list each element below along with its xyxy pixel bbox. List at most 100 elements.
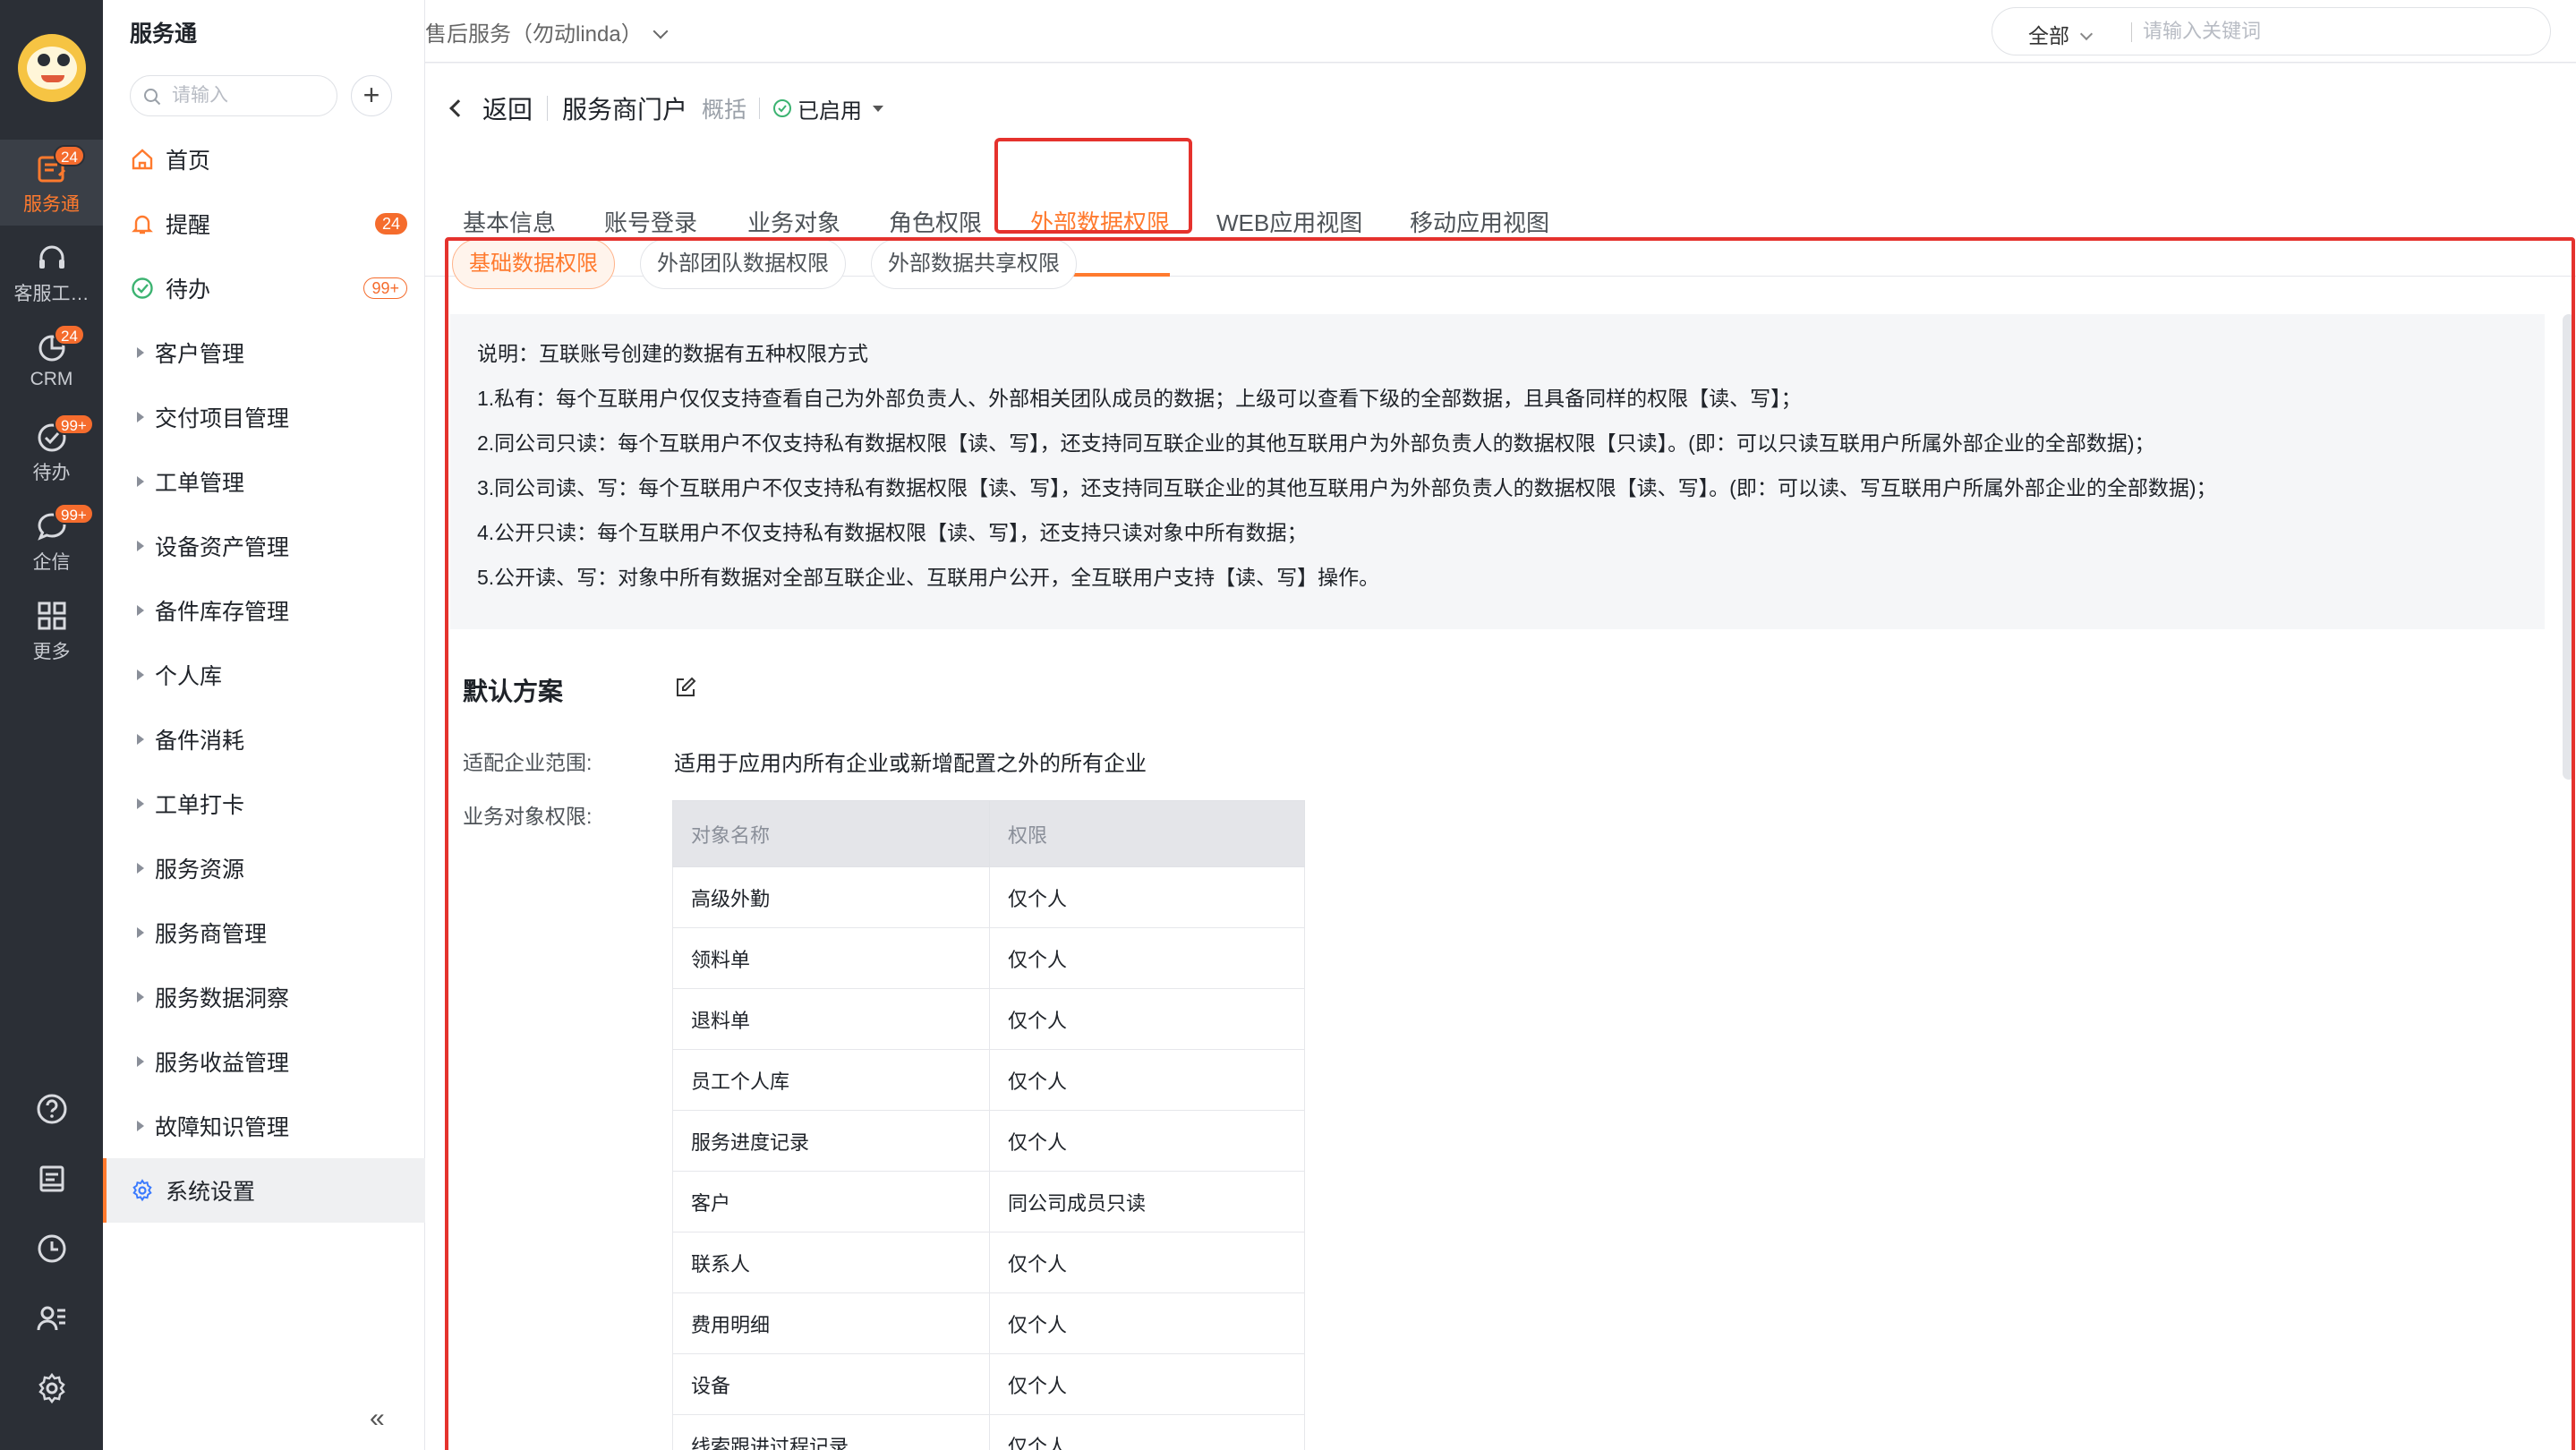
sidebar-item-label: 备件库存管理: [155, 600, 290, 625]
sidebar-item-revenue-mgmt[interactable]: 服务收益管理: [103, 1029, 425, 1094]
clock-icon: [38, 1234, 65, 1263]
sidebar-item-label: 个人库: [155, 664, 223, 689]
gear-icon: [128, 1176, 157, 1205]
divider: [2131, 22, 2132, 42]
expand-arrow-icon: [137, 347, 144, 358]
rail-item-customer-service[interactable]: 客服工…: [0, 229, 103, 315]
rail-label: 企信: [32, 552, 71, 573]
sidebar-item-customer-mgmt[interactable]: 客户管理: [103, 320, 425, 385]
sidebar-item-service-resource[interactable]: 服务资源: [103, 836, 425, 900]
rail-label: CRM: [30, 369, 73, 389]
expand-arrow-icon: [137, 1121, 144, 1131]
search-scope-label: 全部: [2028, 24, 2069, 47]
rail-item-todo[interactable]: 99+ 待办: [0, 408, 103, 494]
chevron-down-icon: [653, 23, 669, 39]
sidebar-item-label: 服务资源: [155, 857, 245, 883]
search-scope-dropdown[interactable]: 全部: [2028, 19, 2094, 49]
rail-badge: 99+: [54, 414, 94, 435]
expand-arrow-icon: [137, 670, 144, 680]
sidebar-item-fault-knowledge[interactable]: 故障知识管理: [103, 1094, 425, 1158]
page-title: 服务商门户: [562, 96, 688, 124]
rail-label: 更多: [32, 642, 71, 662]
headset-icon: [38, 245, 64, 269]
sidebar-item-label: 服务商管理: [155, 922, 268, 947]
sidebar-item-provider-mgmt[interactable]: 服务商管理: [103, 900, 425, 965]
sidebar-item-label: 客户管理: [155, 342, 245, 367]
global-search[interactable]: 全部: [1992, 7, 2551, 55]
caret-down-icon: [873, 105, 884, 112]
sidebar-item-label: 交付项目管理: [155, 406, 290, 431]
rail-label: 客服工…: [13, 284, 90, 304]
sidebar-item-label: 工单打卡: [155, 793, 245, 818]
rail-item-crm[interactable]: 24 CRM: [0, 319, 103, 405]
add-button[interactable]: +: [351, 75, 392, 116]
rail-badge: 24: [54, 324, 85, 345]
rail-item-messenger[interactable]: 99+ 企信: [0, 498, 103, 584]
count-badge: 24: [374, 213, 407, 235]
divider: [759, 98, 761, 119]
count-badge: 99+: [363, 277, 407, 299]
sidebar-item-reminder[interactable]: 提醒 24: [103, 192, 425, 256]
sidebar-item-equipment-asset[interactable]: 设备资产管理: [103, 514, 425, 578]
back-arrow-icon[interactable]: [449, 99, 467, 117]
rail-item-service[interactable]: 24 服务通: [0, 140, 103, 226]
sidebar-item-label: 设备资产管理: [155, 535, 290, 560]
expand-arrow-icon: [137, 1056, 144, 1067]
top-header: 售后服务（勿动linda） 全部: [425, 0, 2576, 63]
sidebar-item-label: 提醒: [166, 213, 211, 238]
status-dropdown[interactable]: 已启用: [772, 93, 884, 124]
expand-arrow-icon: [137, 863, 144, 874]
collapse-sidebar-button[interactable]: «: [370, 1403, 385, 1434]
settings-button[interactable]: [0, 1360, 103, 1414]
sidebar-item-work-order[interactable]: 工单管理: [103, 449, 425, 514]
panel-highlight-box: [445, 237, 2575, 1450]
notes-button[interactable]: [0, 1151, 103, 1205]
back-link[interactable]: 返回: [482, 90, 533, 126]
sidebar-item-system-settings[interactable]: 系统设置: [103, 1158, 425, 1223]
sidebar-brand: 服务通: [130, 21, 198, 47]
section-switcher[interactable]: 售后服务（勿动linda）: [425, 16, 669, 47]
help-icon: [37, 1094, 66, 1124]
sidebar-item-label: 服务收益管理: [155, 1051, 290, 1076]
global-search-input[interactable]: [2143, 19, 2519, 44]
sidebar-item-todo[interactable]: 待办 99+: [103, 256, 425, 320]
sidebar-item-label: 待办: [166, 277, 211, 303]
expand-arrow-icon: [137, 992, 144, 1002]
sidebar-item-personal-stock[interactable]: 个人库: [103, 643, 425, 707]
rail-label: 待办: [32, 463, 71, 483]
home-icon: [128, 145, 157, 174]
notes-icon: [39, 1165, 64, 1192]
expand-arrow-icon: [137, 541, 144, 551]
divider: [547, 96, 549, 121]
expand-arrow-icon: [137, 927, 144, 938]
sidebar-search[interactable]: [130, 75, 337, 116]
sidebar-item-label: 服务数据洞察: [155, 986, 290, 1011]
sidebar-item-label: 系统设置: [166, 1180, 256, 1205]
rail-label: 服务通: [23, 194, 80, 215]
sidebar-item-label: 工单管理: [155, 471, 245, 496]
rail-item-more[interactable]: 更多: [0, 587, 103, 673]
expand-arrow-icon: [137, 798, 144, 809]
app-rail: 24 服务通 客服工… 24 CRM 99+ 待办 99+ 企信 更多: [0, 0, 103, 1450]
sidebar-item-order-checkin[interactable]: 工单打卡: [103, 772, 425, 836]
overview-link[interactable]: 概括: [702, 92, 746, 124]
sidebar-item-delivery-project[interactable]: 交付项目管理: [103, 385, 425, 449]
sidebar-search-input[interactable]: [172, 83, 324, 108]
help-button[interactable]: [0, 1081, 103, 1135]
sidebar-item-spare-inventory[interactable]: 备件库存管理: [103, 578, 425, 643]
chevron-down-icon: [2079, 27, 2094, 41]
user-avatar[interactable]: [18, 34, 86, 102]
sidebar-item-data-insight[interactable]: 服务数据洞察: [103, 965, 425, 1029]
grid-icon: [38, 601, 65, 630]
history-button[interactable]: [0, 1221, 103, 1275]
sidebar-item-home[interactable]: 首页: [103, 127, 425, 192]
user-list-icon: [37, 1306, 65, 1331]
sidebar-item-spare-consumption[interactable]: 备件消耗: [103, 707, 425, 772]
search-icon: [144, 89, 161, 106]
check-circle-icon: [773, 99, 792, 117]
expand-arrow-icon: [137, 412, 144, 422]
contacts-button[interactable]: [0, 1291, 103, 1344]
breadcrumb: 返回 服务商门户 概括 已启用: [449, 90, 884, 126]
sidebar-item-label: 故障知识管理: [155, 1115, 290, 1140]
rail-badge: 99+: [54, 503, 94, 525]
